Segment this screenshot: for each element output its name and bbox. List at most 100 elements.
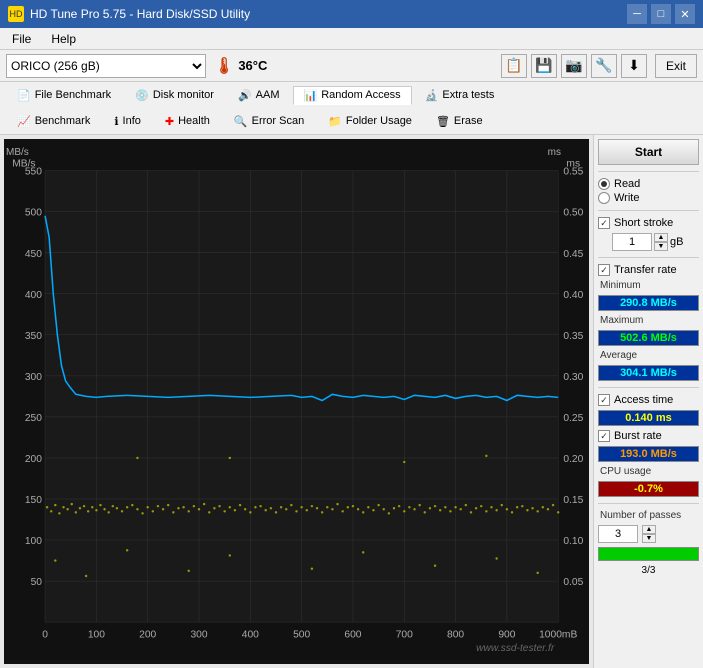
svg-text:200: 200 bbox=[139, 630, 156, 641]
svg-text:MB/s: MB/s bbox=[12, 158, 35, 169]
tab-folder-usage-label: Folder Usage bbox=[346, 115, 412, 127]
chart-svg: 550 500 450 400 350 300 250 200 150 100 … bbox=[4, 139, 589, 664]
write-radio-circle bbox=[598, 192, 610, 204]
tab-benchmark[interactable]: 📈 Benchmark bbox=[6, 112, 101, 131]
access-time-checkbox[interactable]: Access time bbox=[598, 394, 699, 406]
transfer-rate-label: Transfer rate bbox=[614, 264, 677, 276]
close-button[interactable]: ✕ bbox=[675, 4, 695, 24]
erase-icon: 🗑 bbox=[436, 115, 450, 128]
chart-container: MB/s ms bbox=[4, 139, 589, 664]
minimize-button[interactable]: ─ bbox=[627, 4, 647, 24]
short-stroke-down[interactable]: ▼ bbox=[654, 242, 668, 251]
tab-file-benchmark-label: File Benchmark bbox=[35, 89, 111, 101]
short-stroke-checkbox[interactable]: Short stroke bbox=[598, 217, 699, 229]
short-stroke-input[interactable] bbox=[612, 233, 652, 251]
start-button[interactable]: Start bbox=[598, 139, 699, 165]
access-time-checkbox-box bbox=[598, 394, 610, 406]
minimum-label: Minimum bbox=[600, 280, 699, 291]
svg-text:0.10: 0.10 bbox=[563, 536, 583, 547]
short-stroke-label: Short stroke bbox=[614, 217, 673, 229]
svg-text:50: 50 bbox=[31, 577, 43, 588]
tab-health[interactable]: ✚ Health bbox=[154, 112, 221, 131]
burst-rate-label: Burst rate bbox=[614, 430, 662, 442]
transfer-rate-checkbox[interactable]: Transfer rate bbox=[598, 264, 699, 276]
short-stroke-up[interactable]: ▲ bbox=[654, 233, 668, 242]
tab-extra-tests-label: Extra tests bbox=[442, 89, 494, 101]
right-panel: Start Read Write Short stroke ▲ bbox=[593, 135, 703, 668]
divider-1 bbox=[598, 171, 699, 172]
tab-info[interactable]: ℹ Info bbox=[103, 112, 152, 131]
read-write-group: Read Write bbox=[598, 178, 699, 204]
access-time-value: 0.140 ms bbox=[598, 410, 699, 426]
svg-text:350: 350 bbox=[25, 331, 42, 342]
svg-text:0.25: 0.25 bbox=[563, 413, 583, 424]
disk-select[interactable]: ORICO (256 gB) bbox=[6, 54, 206, 78]
progress-bar bbox=[598, 547, 699, 561]
progress-text: 3/3 bbox=[598, 565, 699, 576]
svg-text:0.35: 0.35 bbox=[563, 331, 583, 342]
svg-text:500: 500 bbox=[25, 208, 42, 219]
burst-rate-value: 193.0 MB/s bbox=[598, 446, 699, 462]
tab-folder-usage[interactable]: 📁 Folder Usage bbox=[317, 112, 423, 131]
svg-text:0.45: 0.45 bbox=[563, 249, 583, 260]
titlebar-controls[interactable]: ─ □ ✕ bbox=[627, 4, 695, 24]
y-axis-left-label: MB/s bbox=[6, 147, 29, 158]
access-time-label: Access time bbox=[614, 394, 673, 406]
passes-up[interactable]: ▲ bbox=[642, 525, 656, 534]
maximum-label: Maximum bbox=[600, 315, 699, 326]
passes-down[interactable]: ▼ bbox=[642, 534, 656, 543]
toolbar-btn-3[interactable]: 📷 bbox=[561, 54, 587, 78]
tab-file-benchmark[interactable]: 📄 File Benchmark bbox=[6, 86, 122, 105]
tab-error-scan-label: Error Scan bbox=[252, 115, 305, 127]
svg-text:700: 700 bbox=[396, 630, 413, 641]
disk-monitor-icon: 💿 bbox=[135, 89, 149, 102]
random-access-icon: 📊 bbox=[304, 89, 318, 102]
temperature-value: 36°C bbox=[238, 58, 267, 73]
passes-input[interactable] bbox=[598, 525, 638, 543]
toolbar-btn-4[interactable]: 🔧 bbox=[591, 54, 617, 78]
svg-text:100: 100 bbox=[25, 536, 42, 547]
short-stroke-spinbtns: ▲ ▼ bbox=[654, 233, 668, 251]
read-radio[interactable]: Read bbox=[598, 178, 699, 190]
tabs-row-2: 📈 Benchmark ℹ Info ✚ Health 🔍 Error Scan… bbox=[0, 108, 703, 134]
thermometer-icon: 🌡 bbox=[214, 56, 234, 76]
average-label: Average bbox=[600, 350, 699, 361]
svg-text:ms: ms bbox=[566, 158, 580, 169]
write-radio[interactable]: Write bbox=[598, 192, 699, 204]
svg-text:www.ssd-tester.fr: www.ssd-tester.fr bbox=[476, 643, 555, 654]
tab-benchmark-label: Benchmark bbox=[35, 115, 91, 127]
toolbar-btn-2[interactable]: 💾 bbox=[531, 54, 557, 78]
tab-error-scan[interactable]: 🔍 Error Scan bbox=[223, 112, 315, 131]
toolbar-btn-5[interactable]: ⬇ bbox=[621, 54, 647, 78]
cpu-usage-value: -0.7% bbox=[598, 481, 699, 497]
tab-random-access[interactable]: 📊 Random Access bbox=[293, 86, 412, 105]
toolbar-btn-1[interactable]: 📋 bbox=[501, 54, 527, 78]
divider-3 bbox=[598, 257, 699, 258]
exit-button[interactable]: Exit bbox=[655, 54, 697, 78]
svg-text:250: 250 bbox=[25, 413, 42, 424]
transfer-rate-checkbox-box bbox=[598, 264, 610, 276]
tab-disk-monitor[interactable]: 💿 Disk monitor bbox=[124, 86, 225, 105]
svg-text:400: 400 bbox=[25, 290, 42, 301]
tab-erase[interactable]: 🗑 Erase bbox=[425, 112, 494, 131]
maximize-button[interactable]: □ bbox=[651, 4, 671, 24]
app-icon: HD bbox=[8, 6, 24, 22]
svg-text:800: 800 bbox=[447, 630, 464, 641]
num-passes-label: Number of passes bbox=[600, 510, 699, 521]
minimum-value: 290.8 MB/s bbox=[598, 295, 699, 311]
burst-rate-checkbox[interactable]: Burst rate bbox=[598, 430, 699, 442]
read-label: Read bbox=[614, 178, 640, 190]
tab-disk-monitor-label: Disk monitor bbox=[153, 89, 214, 101]
temperature-display: 🌡 36°C bbox=[214, 56, 267, 76]
benchmark-icon: 📈 bbox=[17, 115, 31, 128]
svg-text:900: 900 bbox=[498, 630, 515, 641]
titlebar-left: HD HD Tune Pro 5.75 - Hard Disk/SSD Util… bbox=[8, 6, 250, 22]
menu-file[interactable]: File bbox=[4, 30, 39, 48]
svg-text:400: 400 bbox=[242, 630, 259, 641]
menu-help[interactable]: Help bbox=[43, 30, 84, 48]
tab-aam-label: AAM bbox=[256, 89, 280, 101]
toolbar-icons: 📋 💾 📷 🔧 ⬇ bbox=[501, 54, 647, 78]
tab-extra-tests[interactable]: 🔬 Extra tests bbox=[414, 86, 506, 105]
error-scan-icon: 🔍 bbox=[234, 115, 248, 128]
tab-aam[interactable]: 🔊 AAM bbox=[227, 86, 291, 105]
